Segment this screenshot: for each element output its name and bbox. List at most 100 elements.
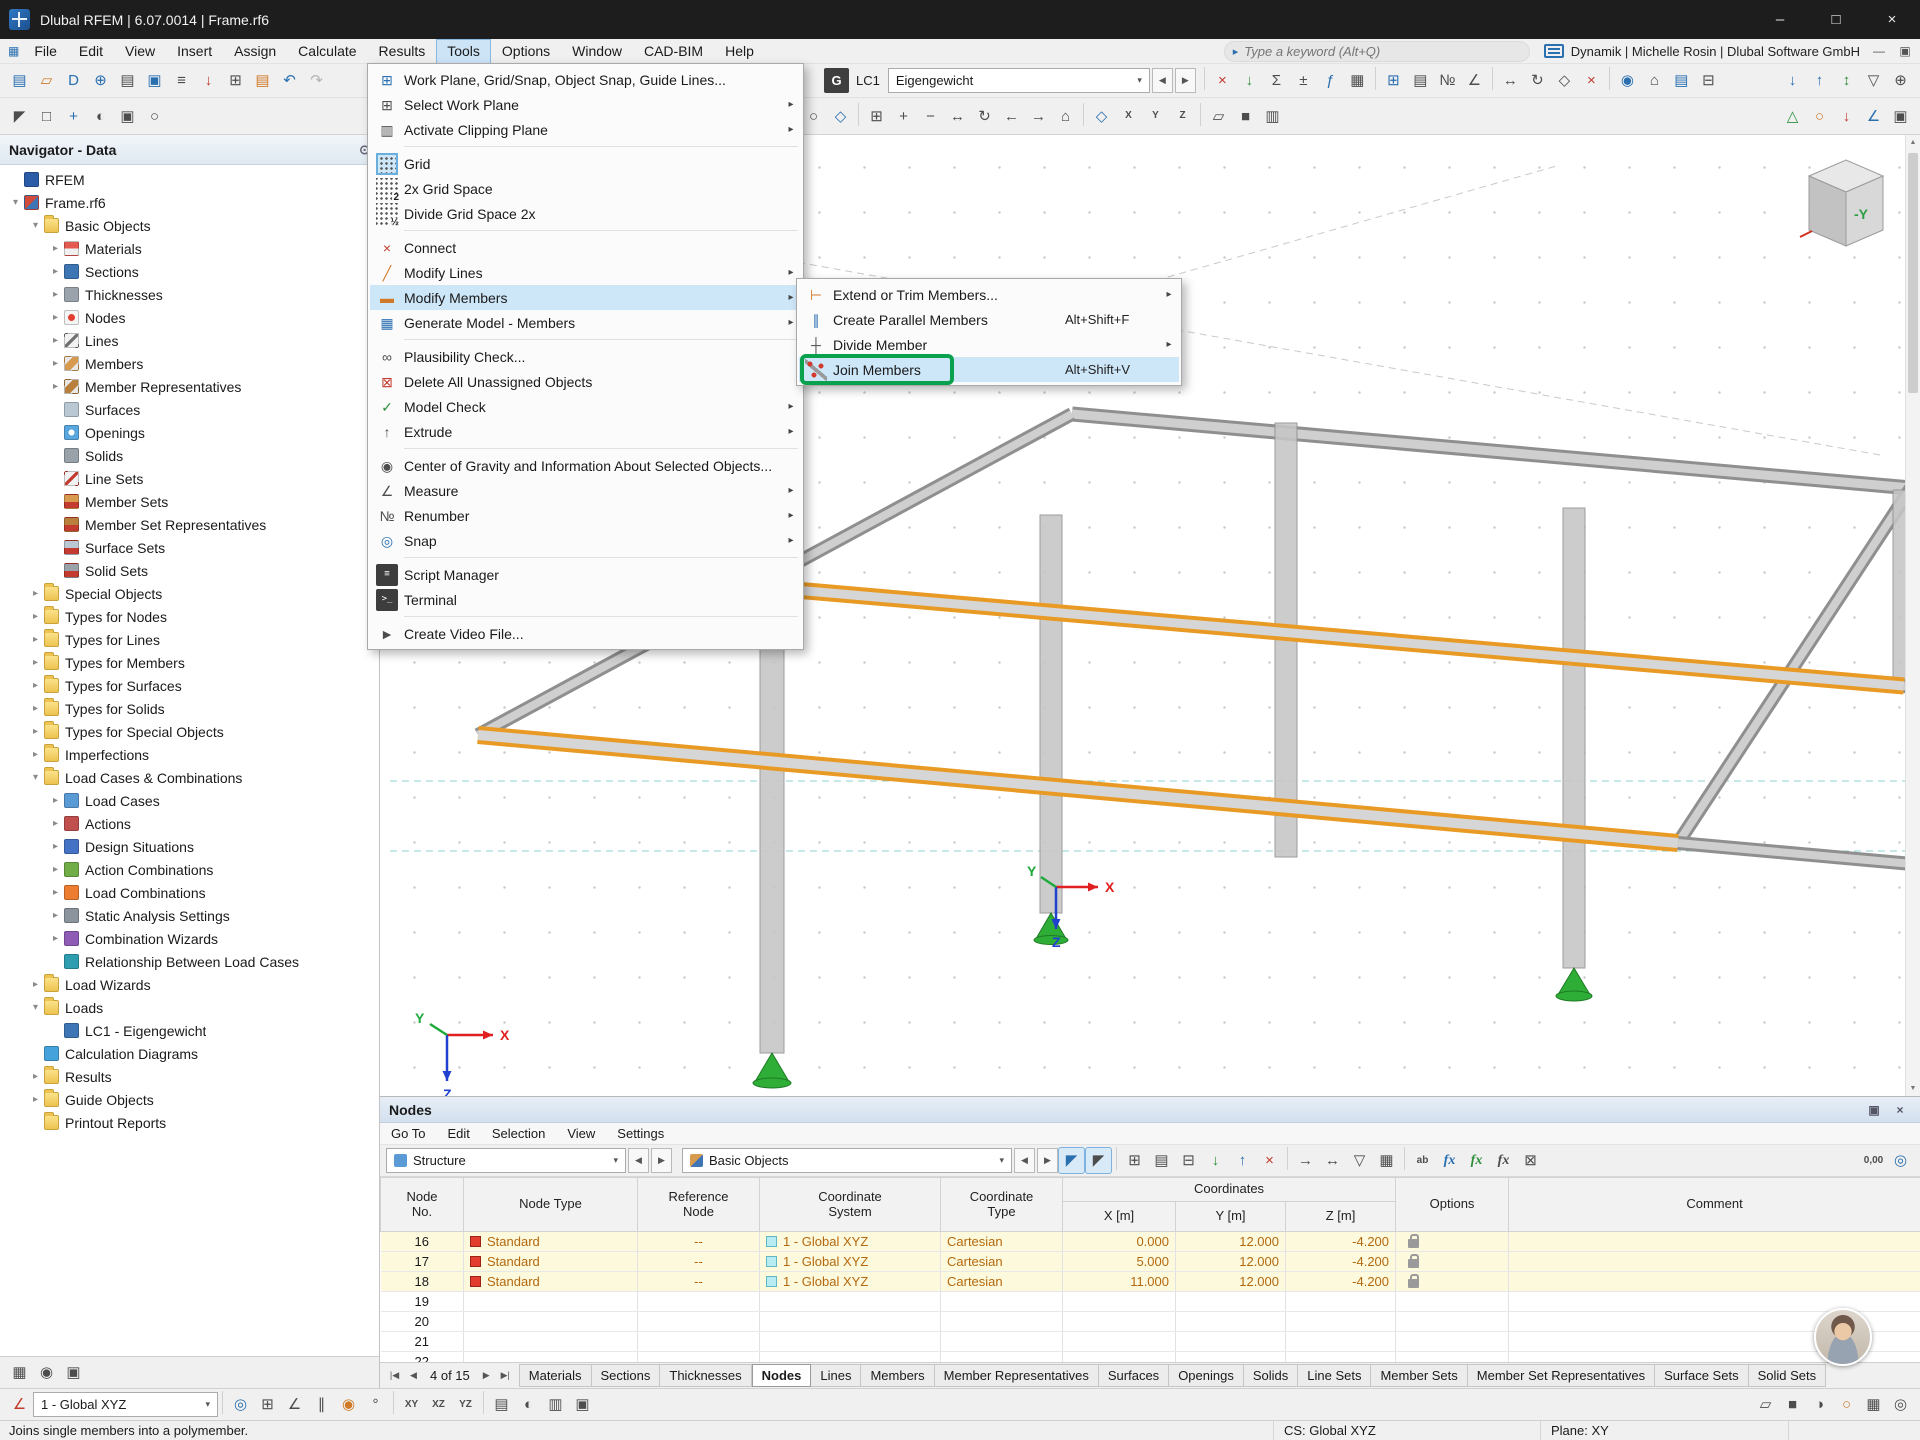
tree-item-line-sets[interactable]: Line Sets — [0, 467, 379, 490]
rotate-view-button[interactable]: ↻ — [971, 103, 998, 130]
menu-item-renumber[interactable]: № Renumber ▸ — [370, 503, 801, 528]
object-snap-toggle-button[interactable]: ◉ — [335, 1391, 362, 1418]
show-loads-button[interactable]: ↓ — [1236, 67, 1263, 94]
tree-item-surface-sets[interactable]: Surface Sets — [0, 536, 379, 559]
close-panel-icon[interactable]: × — [1889, 1100, 1911, 1120]
load-case-type-badge[interactable]: G — [824, 68, 849, 93]
move-copy-button[interactable]: ↔ — [1497, 67, 1524, 94]
tree-item-types-for-lines[interactable]: ▸ Types for Lines — [0, 628, 379, 651]
tree-item-printout-reports[interactable]: Printout Reports — [0, 1111, 379, 1134]
expand-icon[interactable]: ▸ — [28, 657, 43, 668]
table-row[interactable]: 20 — [380, 1311, 1920, 1332]
zoom-out-button[interactable]: − — [917, 103, 944, 130]
scroll-up-icon[interactable]: ▲ — [1906, 135, 1920, 150]
show-results-button[interactable]: Σ — [1263, 67, 1290, 94]
menu-calculate[interactable]: Calculate — [287, 39, 367, 64]
measure-button[interactable]: ∠ — [1461, 67, 1488, 94]
menu-item-extrude[interactable]: ↑ Extrude ▸ — [370, 419, 801, 444]
collapse-ribbon-icon[interactable]: — — [1868, 41, 1890, 61]
expand-icon[interactable]: ▸ — [28, 680, 43, 691]
menu-item-create-video-file[interactable]: ► Create Video File... — [370, 621, 801, 646]
nodes-menu-selection[interactable]: Selection — [481, 1126, 556, 1141]
tree-item-member-sets[interactable]: Member Sets — [0, 490, 379, 513]
user-account[interactable]: Dynamik | Michelle Rosin | Dlubal Softwa… — [1543, 44, 1860, 59]
menu-item-modify-lines[interactable]: ╱ Modify Lines ▸ — [370, 260, 801, 285]
tree-item-load-wizards[interactable]: ▸ Load Wizards — [0, 973, 379, 996]
formula-manager-button[interactable]: fx — [1490, 1147, 1517, 1174]
menu-item-delete-all-unassigned-objects[interactable]: ⊠ Delete All Unassigned Objects — [370, 369, 801, 394]
coordinate-system-select[interactable]: 1 - Global XYZ ▾ — [33, 1392, 218, 1417]
tree-item-static-analysis-settings[interactable]: ▸ Static Analysis Settings — [0, 904, 379, 927]
work-plane-xy-button[interactable]: XY — [398, 1391, 425, 1418]
collapse-icon[interactable]: ▾ — [28, 1002, 43, 1013]
result-values-button[interactable]: ƒ — [1317, 67, 1344, 94]
menu-item-extend-or-trim-members[interactable]: ⊢ Extend or Trim Members... ▸ — [799, 282, 1179, 307]
tab-sections[interactable]: Sections — [591, 1364, 661, 1387]
formula-add-button[interactable]: fx — [1463, 1147, 1490, 1174]
table-group-select[interactable]: Structure ▾ — [386, 1148, 626, 1173]
insert-row-button[interactable]: ⊞ — [1121, 1147, 1148, 1174]
menu-results[interactable]: Results — [368, 39, 437, 64]
menu-edit[interactable]: Edit — [68, 39, 114, 64]
menu-item-terminal[interactable]: >_ Terminal — [370, 587, 801, 612]
visibility-eye-button[interactable]: ◉ — [33, 1359, 60, 1386]
insert-circle-button[interactable]: ○ — [800, 103, 827, 130]
menu-view[interactable]: View — [114, 39, 166, 64]
menu-insert[interactable]: Insert — [166, 39, 223, 64]
tree-item-types-for-surfaces[interactable]: ▸ Types for Surfaces — [0, 674, 379, 697]
menu-item-divide-grid-space-2x[interactable]: ½ Divide Grid Space 2x — [370, 201, 801, 228]
menu-assign[interactable]: Assign — [223, 39, 287, 64]
numbering-button[interactable]: № — [1434, 67, 1461, 94]
tree-item-frame-rf6[interactable]: ▾ Frame.rf6 — [0, 191, 379, 214]
export-xml-button[interactable]: ⊠ — [1517, 1147, 1544, 1174]
next-table-button[interactable]: ▶ — [477, 1366, 496, 1386]
viewport-scrollbar[interactable]: ▲ ▼ — [1905, 135, 1920, 1096]
tab-member-sets[interactable]: Member Sets — [1371, 1364, 1468, 1387]
program-settings-button[interactable]: ⊕ — [87, 67, 114, 94]
select-all-button[interactable]: ▣ — [114, 103, 141, 130]
tree-item-lc1-eigengewicht[interactable]: LC1 - Eigengewicht — [0, 1019, 379, 1042]
filter-rows-button[interactable]: ▽ — [1346, 1147, 1373, 1174]
menu-file[interactable]: File — [23, 39, 68, 64]
collapse-icon[interactable]: ▾ — [28, 772, 43, 783]
tab-lines[interactable]: Lines — [811, 1364, 862, 1387]
decimal-places-button[interactable]: 0,00 — [1860, 1147, 1887, 1174]
tab-surfaces[interactable]: Surfaces — [1098, 1364, 1170, 1387]
tree-item-member-set-representatives[interactable]: Member Set Representatives — [0, 513, 379, 536]
expand-icon[interactable]: ▸ — [28, 703, 43, 714]
save-button[interactable]: ▣ — [141, 67, 168, 94]
menu-item-2x-grid-space[interactable]: 2 2x Grid Space — [370, 176, 801, 203]
navigation-cube[interactable]: -Y — [1792, 149, 1892, 253]
menu-help[interactable]: Help — [714, 39, 765, 64]
tree-item-design-situations[interactable]: ▸ Design Situations — [0, 835, 379, 858]
table-row[interactable]: 18 Standard -- 1 - Global XYZ Cartesian 11.00… — [380, 1271, 1920, 1292]
nodes-menu-view[interactable]: View — [556, 1126, 606, 1141]
sort-ascending-button[interactable]: ↓ — [1779, 67, 1806, 94]
wire-render-button[interactable]: ▱ — [1752, 1391, 1779, 1418]
tab-surface-sets[interactable]: Surface Sets — [1655, 1364, 1749, 1387]
sort-descending-button[interactable]: ↑ — [1806, 67, 1833, 94]
tree-item-basic-objects[interactable]: ▾ Basic Objects — [0, 214, 379, 237]
tree-item-relationship-between-load-cases[interactable]: Relationship Between Load Cases — [0, 950, 379, 973]
filter-button[interactable]: ▽ — [1860, 67, 1887, 94]
nodes-menu-go-to[interactable]: Go To — [380, 1126, 436, 1141]
camera-button[interactable]: ▣ — [60, 1359, 87, 1386]
next-load-case-button[interactable]: ▶ — [1174, 68, 1196, 93]
redo-button[interactable]: ↷ — [303, 67, 330, 94]
expand-icon[interactable]: ▸ — [28, 611, 43, 622]
tab-solids[interactable]: Solids — [1243, 1364, 1299, 1387]
print-preview-button[interactable]: ▤ — [114, 67, 141, 94]
angle-snap-toggle-button[interactable]: ° — [362, 1391, 389, 1418]
new-model-button[interactable]: ▤ — [6, 67, 33, 94]
previous-load-case-button[interactable]: ◀ — [1151, 68, 1173, 93]
previous-view-button[interactable]: ← — [998, 103, 1025, 130]
remove-from-selection-button[interactable]: ◤ — [1085, 1147, 1112, 1174]
next-table-button[interactable]: ▶ — [651, 1148, 672, 1173]
tree-item-solid-sets[interactable]: Solid Sets — [0, 559, 379, 582]
clear-filters-button[interactable]: × — [1209, 67, 1236, 94]
view-in-z-button[interactable]: Z — [1169, 103, 1196, 130]
tree-item-lines[interactable]: ▸ Lines — [0, 329, 379, 352]
menu-item-connect[interactable]: × Connect — [370, 235, 801, 260]
menu-item-model-check[interactable]: ✓ Model Check ▸ — [370, 394, 801, 419]
table-row[interactable]: 17 Standard -- 1 - Global XYZ Cartesian 5.000… — [380, 1251, 1920, 1272]
